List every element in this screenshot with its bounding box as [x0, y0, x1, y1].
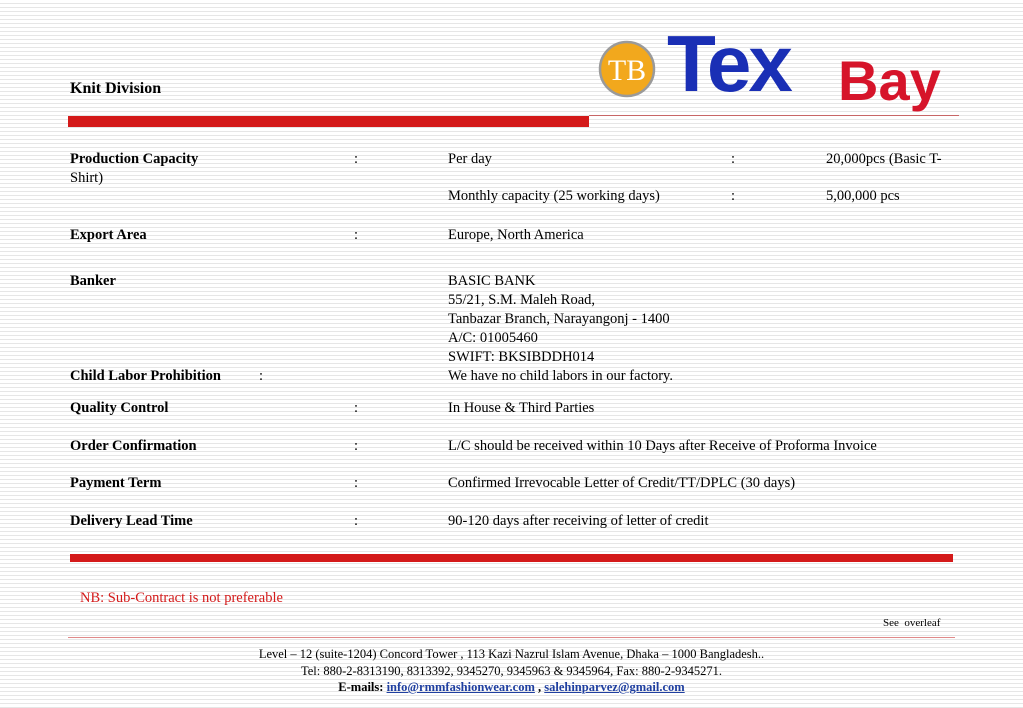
email-separator: ,	[538, 680, 542, 694]
emails-label: E-mails:	[338, 680, 384, 694]
texbay-logo-mark: TB	[598, 40, 656, 98]
colon: :	[354, 438, 359, 454]
logo-mark-text: TB	[608, 54, 646, 87]
export-area-label: Export Area	[70, 227, 147, 243]
order-confirmation-value: L/C should be received within 10 Days af…	[448, 438, 877, 454]
payment-term-value: Confirmed Irrevocable Letter of Credit/T…	[448, 475, 796, 491]
logo-tex: Tex	[667, 19, 793, 108]
see-overleaf-note: See overleaf	[883, 617, 941, 629]
payment-term-label: Payment Term	[70, 475, 162, 491]
email-link-salehin[interactable]: salehinparvez@gmail.com	[544, 680, 684, 694]
colon: :	[259, 368, 264, 384]
delivery-lead-time-label: Delivery Lead Time	[70, 513, 193, 529]
banker-line: Tanbazar Branch, Narayangonj - 1400	[448, 311, 670, 327]
colon: :	[354, 513, 359, 529]
banker-line: BASIC BANK	[448, 273, 536, 289]
content-divider-bar	[70, 554, 953, 562]
page-title: Knit Division	[70, 80, 162, 97]
colon: :	[354, 400, 359, 416]
colon: :	[731, 151, 736, 167]
quality-control-label: Quality Control	[70, 400, 169, 416]
child-labor-value: We have no child labors in our factory.	[448, 368, 673, 384]
per-day-label: Per day	[448, 151, 492, 167]
header-divider-rule	[589, 115, 959, 116]
footer-emails: E-mails: info@rmmfashionwear.com , saleh…	[0, 679, 1023, 696]
colon: :	[354, 475, 359, 491]
production-capacity-label: Production Capacity	[70, 151, 199, 167]
email-link-info[interactable]: info@rmmfashionwear.com	[387, 680, 535, 694]
footer: Level – 12 (suite-1204) Concord Tower , …	[0, 646, 1023, 696]
nb-note: NB: Sub-Contract is not preferable	[80, 590, 283, 606]
export-area-value: Europe, North America	[448, 227, 584, 243]
colon: :	[354, 227, 359, 243]
banker-line: SWIFT: BKSIBDDH014	[448, 349, 595, 365]
footer-tel: Tel: 880-2-8313190, 8313392, 9345270, 93…	[301, 663, 722, 678]
banker-line: 55/21, S.M. Maleh Road,	[448, 292, 596, 308]
per-day-value-wrap: Shirt)	[70, 170, 104, 186]
colon: :	[354, 151, 359, 167]
monthly-capacity-label: Monthly capacity (25 working days)	[448, 188, 660, 204]
banker-line: A/C: 01005460	[448, 330, 538, 346]
header-divider-bar	[68, 116, 589, 127]
footer-address: Level – 12 (suite-1204) Concord Tower , …	[258, 647, 765, 661]
footer-divider-rule	[68, 637, 955, 638]
logo-bay: Bay	[838, 49, 941, 112]
child-labor-label: Child Labor Prohibition	[70, 368, 221, 384]
per-day-value: 20,000pcs (Basic T-	[826, 151, 942, 167]
delivery-lead-time-value: 90-120 days after receiving of letter of…	[448, 513, 709, 529]
monthly-capacity-value: 5,00,000 pcs	[826, 188, 900, 204]
quality-control-value: In House & Third Parties	[448, 400, 595, 416]
banker-label: Banker	[70, 273, 116, 289]
colon: :	[731, 188, 736, 204]
order-confirmation-label: Order Confirmation	[70, 438, 197, 454]
